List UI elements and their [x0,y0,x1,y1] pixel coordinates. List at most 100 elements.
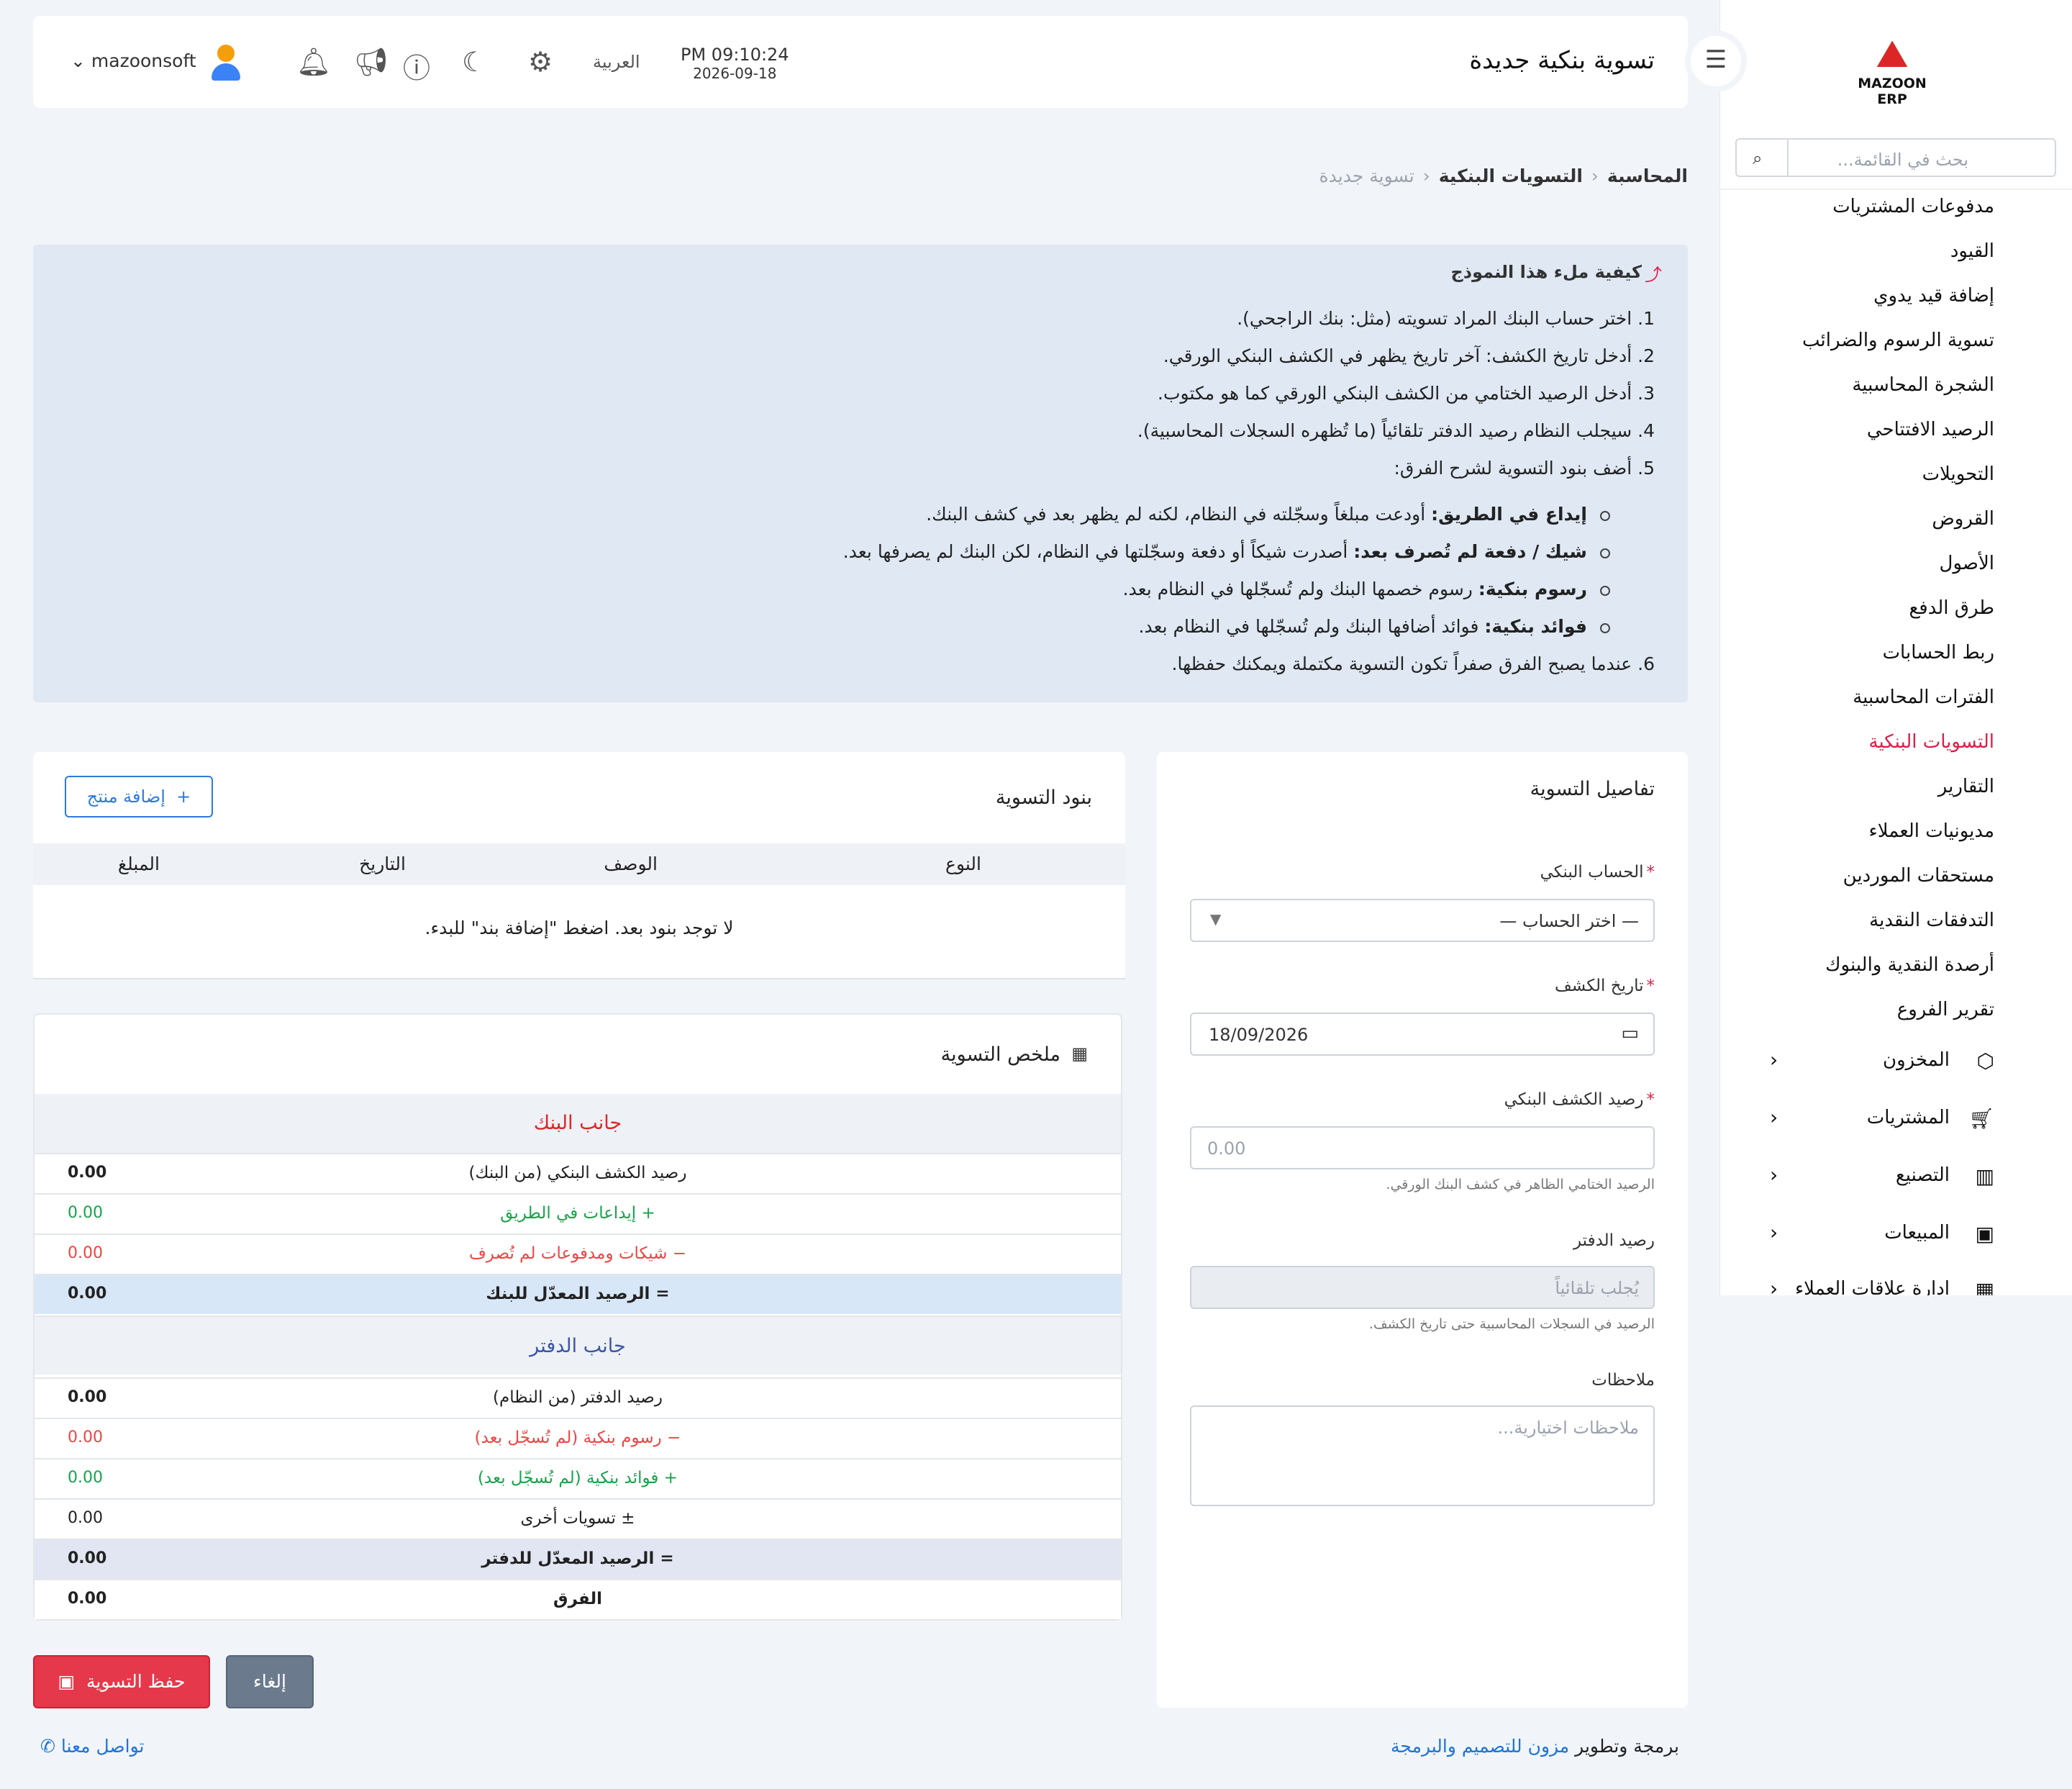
user-menu[interactable]: ⌄ mazoonsoft [71,50,196,71]
items-title: بنود التسوية [995,787,1092,809]
settings-icon[interactable]: ⚙ [528,46,553,78]
sidebar-item-chart-of-accounts[interactable]: الشجرة المحاسبية [1852,374,1994,396]
bank-account-select[interactable]: — اختر الحساب — ▼ [1190,899,1655,942]
calendar-icon[interactable]: ▭ [1621,1023,1639,1044]
sidebar-group-sales[interactable]: ▣ المبيعات ‹ [1727,1215,2029,1258]
sidebar-item-cash-bank-balances[interactable]: أرصدة النقدية والبنوك [1825,954,1994,976]
row-value: 0.00 [68,1428,103,1446]
help-substep: رسوم بنكية: رسوم خصمها البنك ولم تُسجّله… [1123,579,1587,599]
notes-textarea[interactable]: ملاحظات اختيارية... [1190,1405,1655,1506]
cash-icon: ▣ [1975,1222,1994,1246]
sidebar-item-fiscal-periods[interactable]: الفترات المحاسبية [1853,687,1994,708]
sidebar-divider [1719,189,2072,190]
sidebar-item-account-linking[interactable]: ربط الحسابات [1883,642,1994,663]
chevron-left-icon: ‹ [1770,1048,1778,1072]
summary-row: + إيداعات في الطريق 0.00 [35,1193,1121,1233]
breadcrumb-accounting[interactable]: المحاسبة [1607,166,1688,186]
save-reconciliation-button[interactable]: حفظ التسوية ▣ [33,1655,210,1708]
help-icon[interactable]: ⓘ [403,46,430,86]
add-item-button[interactable]: + إضافة منتج [65,776,213,817]
footer-company-link[interactable]: مزون للتصميم والبرمجة [1391,1736,1569,1757]
logo-chart-icon: ⛰ [1876,31,1909,76]
help-step: 3. أدخل الرصيد الختامي من الكشف البنكي ا… [1158,383,1655,404]
sidebar-item-supplier-dues[interactable]: مستحقات الموردين [1843,865,1994,887]
sidebar-item-cash-flows[interactable]: التدفقات النقدية [1869,910,1994,931]
row-label: رصيد الدفتر (من النظام) [493,1388,663,1407]
sidebar-search-input[interactable]: بحث في القائمة... ⌕ [1735,138,2056,177]
column-description: الوصف [604,853,658,874]
chevron-left-icon: ‹ [1770,1163,1778,1187]
sidebar-item-transfers[interactable]: التحويلات [1922,463,1994,485]
help-step: 4. سيجلب النظام رصيد الدفتر تلقائياً (ما… [1137,420,1655,441]
plus-icon: + [176,787,191,807]
row-label: + فوائد بنكية (لم تُسجّل بعد) [478,1469,678,1487]
sidebar-item-opening-balance[interactable]: الرصيد الافتتاحي [1867,419,1994,440]
clock-time: PM 09:10:24 [681,45,789,65]
breadcrumb: المحاسبة ‹ التسويات البنكية ‹ تسوية جديدة [1319,166,1688,186]
search-divider [1787,140,1789,176]
notes-placeholder: ملاحظات اختيارية... [1497,1418,1639,1438]
bullet [1600,586,1610,596]
sidebar-item-reports[interactable]: التقارير [1938,776,1994,797]
row-value: 0.00 [68,1509,103,1527]
sidebar: ⛰ MAZOON ERP بحث في القائمة... ⌕ مدفوعات… [1719,0,2072,1295]
statement-balance-label: *رصيد الكشف البنكي [1504,1090,1655,1109]
statement-balance-input[interactable]: 0.00 [1190,1126,1655,1169]
menu-toggle-icon[interactable]: ☰ [1685,30,1747,92]
statement-balance-placeholder: 0.00 [1207,1138,1246,1159]
sidebar-item-customer-debts[interactable]: مديونيات العملاء [1869,820,1994,842]
column-type: النوع [945,853,981,874]
contact-link[interactable]: تواصل معنا ✆ [40,1736,144,1757]
chevron-left-icon: ‹ [1770,1277,1778,1295]
notes-label: ملاحظات [1591,1371,1655,1390]
sidebar-group-manufacturing[interactable]: ▥ التصنيع ‹ [1727,1157,2029,1200]
sidebar-item-loans[interactable]: القروض [1932,508,1994,530]
row-value: 0.00 [68,1469,103,1487]
sidebar-item-fees-taxes[interactable]: تسوية الرسوم والضرائب [1802,330,1994,351]
factory-icon: ▥ [1975,1164,1994,1188]
row-value: 0.00 [68,1388,107,1406]
bell-icon[interactable]: 🔔︎ [296,46,331,78]
chevron-down-icon: ⌄ [71,50,86,71]
substep-term: فوائد بنكية: [1484,616,1587,637]
summary-row: ± تسويات أخرى 0.00 [35,1498,1121,1539]
cancel-button[interactable]: إلغاء [226,1655,314,1708]
sidebar-item-purchase-payments[interactable]: مدفوعات المشتريات [1832,196,1994,217]
sidebar-item-branches-report[interactable]: تقرير الفروع [1897,999,1994,1020]
substep-text: فوائد أضافها البنك ولم تُسجّلها في النظا… [1138,616,1485,637]
divider [33,978,1125,979]
book-balance-placeholder: يُجلب تلقائياً [1555,1278,1639,1298]
sidebar-item-manual-entry[interactable]: إضافة قيد يدوي [1873,285,1994,307]
megaphone-icon[interactable]: 📢︎ [354,46,388,78]
sign-icon: ⤴ [1645,265,1662,285]
calculator-icon: ▦ [1071,1043,1088,1064]
sidebar-search-placeholder: بحث في القائمة... [1837,150,1968,170]
sidebar-group-crm[interactable]: ▦ ادارة علاقات العملاء ‹ [1727,1271,2029,1295]
moon-icon[interactable]: ☾ [462,46,486,78]
sidebar-item-payment-methods[interactable]: طرق الدفع [1909,597,1994,619]
sidebar-item-assets[interactable]: الأصول [1940,553,1994,574]
sidebar-item-journal-entries[interactable]: القيود [1950,240,1994,262]
sidebar-item-bank-reconciliations[interactable]: التسويات البنكية [1869,731,1995,753]
save-icon: ▣ [58,1671,76,1692]
avatar[interactable] [212,45,240,81]
row-value: 0.00 [68,1590,107,1608]
sidebar-group-purchases[interactable]: 🛒︎ المشتريات ‹ [1727,1100,2029,1143]
chevron-left-icon: ‹ [1770,1105,1778,1129]
summary-row-total: = الرصيد المعدّل للدفتر 0.00 [35,1539,1121,1579]
top-header: تسوية بنكية جديدة PM 09:10:24 2026-09-18… [33,16,1688,108]
search-icon[interactable]: ⌕ [1753,148,1762,168]
required-mark: * [1646,863,1655,882]
breadcrumb-bank-reconciliations[interactable]: التسويات البنكية [1439,166,1583,186]
summary-row-difference: الفرق 0.00 [35,1579,1121,1619]
page-title: تسوية بنكية جديدة [1469,46,1655,75]
sidebar-group-inventory[interactable]: ⬡ المخزون ‹ [1727,1042,2029,1085]
items-table-header: النوع الوصف التاريخ المبلغ [33,843,1125,885]
label-text: تاريخ الكشف [1554,977,1644,995]
bank-account-label: *الحساب البنكي [1540,863,1655,882]
statement-date-input[interactable]: 18/09/2026 ▭ [1190,1013,1655,1056]
save-label: حفظ التسوية [86,1671,186,1692]
language-switch[interactable]: العربية [593,52,640,72]
bullet [1600,548,1610,558]
brand-logo[interactable]: ⛰ MAZOON ERP [1842,31,1942,108]
